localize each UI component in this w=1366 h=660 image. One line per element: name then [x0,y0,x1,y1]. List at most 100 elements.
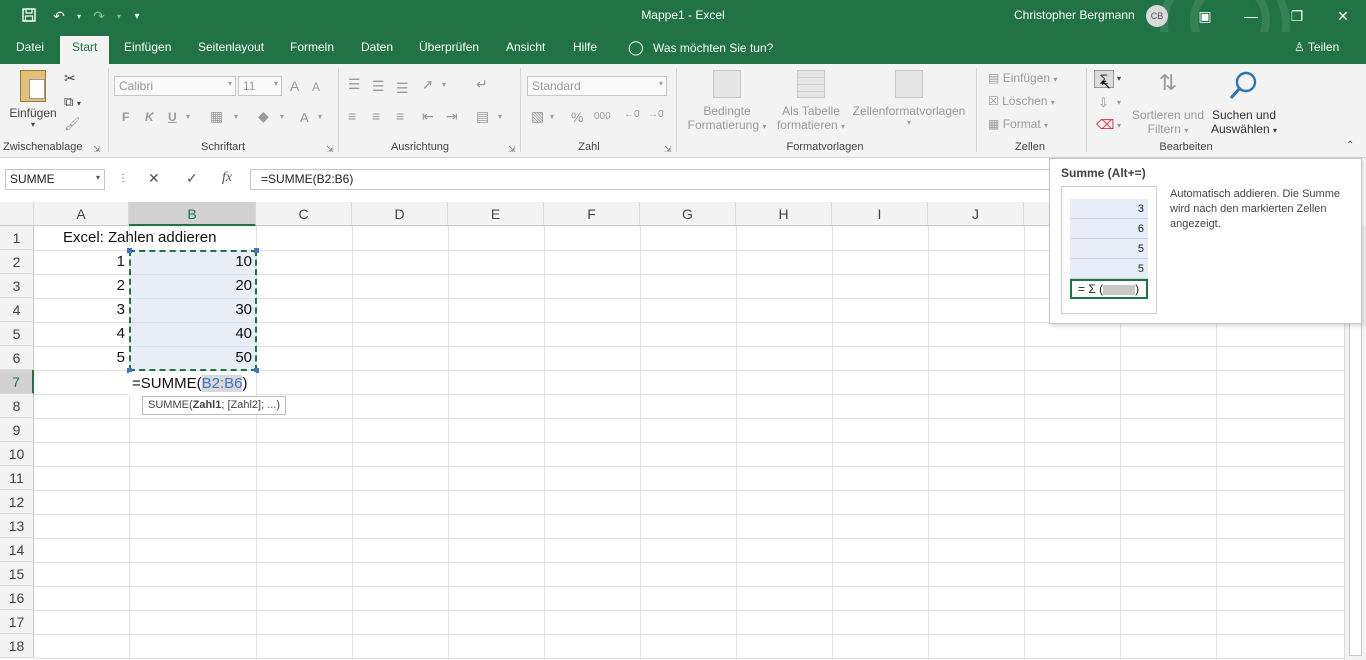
autosum-dropdown-icon[interactable]: ▾ [1117,74,1121,83]
user-name[interactable]: Christopher Bergmann [1014,8,1135,22]
tab-hilfe[interactable]: Hilfe [573,40,597,54]
tab-einfuegen[interactable]: Einfügen [124,40,171,54]
format-as-table-button[interactable]: Als Tabelle formatieren ▾ [770,70,852,132]
percent-button[interactable]: % [571,109,583,125]
cancel-button[interactable]: ✕ [148,170,160,187]
ribbon-display-icon[interactable]: ▣ [1182,0,1228,32]
select-all-corner[interactable] [0,202,34,226]
cell-a3[interactable]: 2 [34,274,129,298]
row-header-6[interactable]: 6 [0,346,34,370]
delete-cells-button[interactable]: ☒ Löschen ▾ [988,94,1055,108]
row-header-8[interactable]: 8 [0,394,34,418]
row-header-18[interactable]: 18 [0,634,34,658]
alignment-launcher-icon[interactable]: ⇲ [508,144,516,155]
cell-a2[interactable]: 1 [34,250,129,274]
share-button[interactable]: ♙ Teilen [1294,40,1339,54]
close-icon[interactable]: ✕ [1320,0,1366,32]
font-launcher-icon[interactable]: ⇲ [326,144,334,155]
font-color-dropdown-icon[interactable]: ▾ [318,112,322,121]
cell-a5[interactable]: 4 [34,322,129,346]
format-painter-icon[interactable]: 🖌 [64,116,81,132]
tab-start[interactable]: Start [60,36,110,64]
row-header-7[interactable]: 7 [0,370,34,394]
row-header-5[interactable]: 5 [0,322,34,346]
column-header-g[interactable]: G [640,202,736,226]
column-header-d[interactable]: D [352,202,448,226]
row-header-14[interactable]: 14 [0,538,34,562]
enter-button[interactable]: ✓ [186,170,198,187]
decrease-decimal-icon[interactable]: →0 [648,109,664,120]
row-header-4[interactable]: 4 [0,298,34,322]
column-header-j[interactable]: J [928,202,1024,226]
clear-icon[interactable]: ⌫ [1096,117,1114,133]
align-bottom-icon[interactable]: ☰ [396,80,409,97]
format-cells-button[interactable]: ▦ Format ▾ [988,117,1048,131]
row-header-9[interactable]: 9 [0,418,34,442]
shrink-font-icon[interactable]: A [312,80,320,94]
row-header-15[interactable]: 15 [0,562,34,586]
thousands-button[interactable]: 000 [594,111,611,122]
cell-a4[interactable]: 3 [34,298,129,322]
font-name-combo[interactable]: Calibri ▾ [114,76,236,96]
row-header-2[interactable]: 2 [0,250,34,274]
cut-icon[interactable]: ✂ [64,70,76,87]
copy-icon[interactable]: ⧉ ▾ [64,94,81,110]
function-syntax-tooltip[interactable]: SUMME(Zahl1; [Zahl2]; ...) [142,396,287,415]
range-handle-top-right[interactable] [254,248,259,253]
column-header-i[interactable]: I [832,202,928,226]
fill-color-icon[interactable]: ◆ [258,108,269,125]
cell-a1[interactable]: Excel: Zahlen addieren [63,226,216,250]
collapse-ribbon-icon[interactable]: ⌃ [1346,140,1354,151]
number-launcher-icon[interactable]: ⇲ [664,144,672,155]
row-header-1[interactable]: 1 [0,226,34,250]
column-header-e[interactable]: E [448,202,544,226]
clear-dropdown-icon[interactable]: ▾ [1117,121,1121,130]
wrap-text-icon[interactable]: ↵ [476,76,488,93]
borders-icon[interactable]: ▦ [210,108,223,125]
number-format-combo[interactable]: Standard ▾ [527,76,667,96]
row-header-17[interactable]: 17 [0,610,34,634]
merge-center-icon[interactable]: ▤ [476,108,489,125]
avatar[interactable]: CB [1146,5,1168,27]
restore-icon[interactable]: ❐ [1274,0,1320,32]
row-header-16[interactable]: 16 [0,586,34,610]
decrease-indent-icon[interactable]: ⇤ [422,108,434,125]
row-header-13[interactable]: 13 [0,514,34,538]
clipboard-launcher-icon[interactable]: ⇲ [93,144,101,155]
find-select-button[interactable]: Suchen und Auswählen ▾ [1206,70,1282,136]
underline-dropdown-icon[interactable]: ▾ [186,112,190,121]
merge-dropdown-icon[interactable]: ▾ [498,112,502,121]
name-box[interactable]: SUMME ▾ [5,169,105,190]
row-header-10[interactable]: 10 [0,442,34,466]
font-size-combo[interactable]: 11 ▾ [238,76,282,96]
column-header-h[interactable]: H [736,202,832,226]
conditional-formatting-button[interactable]: Bedingte Formatierung ▾ [684,70,770,132]
align-left-icon[interactable]: ≡ [348,108,356,124]
italic-button[interactable]: K [145,110,154,124]
paste-button[interactable]: Einfügen ▾ [8,70,58,129]
fill-dropdown-arrow-icon[interactable]: ▾ [1117,98,1121,107]
row-header-3[interactable]: 3 [0,274,34,298]
tell-me-search[interactable]: ◯ Was möchten Sie tun? [628,39,773,56]
sort-filter-button[interactable]: ⇅ Sortieren und Filtern ▾ [1130,70,1206,136]
tab-ansicht[interactable]: Ansicht [506,40,545,54]
range-handle-top-left[interactable] [127,248,132,253]
orientation-dropdown-icon[interactable]: ▾ [442,80,446,89]
column-header-c[interactable]: C [256,202,352,226]
row-header-12[interactable]: 12 [0,490,34,514]
fill-icon[interactable]: ⇩ [1098,95,1109,111]
align-top-icon[interactable]: ☰ [348,76,361,93]
orientation-icon[interactable]: ➚ [422,76,434,93]
tab-datei[interactable]: Datei [16,40,44,54]
borders-dropdown-icon[interactable]: ▾ [234,112,238,121]
align-center-icon[interactable]: ≡ [372,108,380,124]
underline-button[interactable]: U [168,110,177,124]
insert-cells-button[interactable]: ▤ Einfügen ▾ [988,71,1057,85]
font-color-icon[interactable]: A [300,110,309,125]
align-right-icon[interactable]: ≡ [396,108,404,124]
increase-decimal-icon[interactable]: ←0 [624,109,640,120]
cell-b7[interactable]: =SUMME(B2:B6) [129,372,256,397]
accounting-format-icon[interactable]: ▧ [531,108,544,125]
fill-dropdown-icon[interactable]: ▾ [280,112,284,121]
tab-daten[interactable]: Daten [361,40,393,54]
